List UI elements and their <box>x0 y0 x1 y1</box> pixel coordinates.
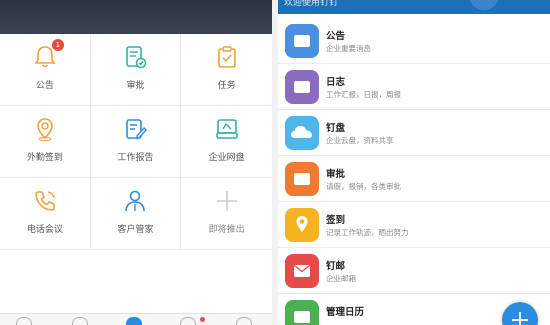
location-pin-icon <box>32 116 58 142</box>
app-tile-task[interactable]: 任务 <box>181 34 272 106</box>
app-tile-field-checkin[interactable]: 外勤签到 <box>0 106 91 178</box>
list-item-subtitle: 企业云盘，资料共享 <box>326 136 394 145</box>
list-item-title: 钉盘 <box>326 123 346 134</box>
grid-empty-space <box>0 250 272 315</box>
app-tile-label: 任务 <box>217 81 236 91</box>
mail-icon <box>285 254 319 288</box>
app-list-header: 欢迎使用钉钉 <box>278 0 550 14</box>
cloud-drive-icon <box>285 116 319 150</box>
app-tile-conference-call[interactable]: 电话会议 <box>0 178 91 250</box>
app-tile-label: 企业网盘 <box>208 153 245 163</box>
report-edit-icon <box>122 116 148 142</box>
workbench-panel: 1 公告 审批 任务 外勤签到 工作报告 企业网盘 电话会议 客户管家 即将推出 <box>0 0 272 325</box>
list-item-log[interactable]: 日志 工作汇报，日报，周报 <box>278 64 550 110</box>
drive-box-icon <box>214 116 240 142</box>
tab-messages-icon[interactable] <box>16 317 32 325</box>
app-tile-approval[interactable]: 审批 <box>90 34 182 106</box>
list-item-subtitle: 请假，报销，各类审批 <box>326 182 401 191</box>
tab-me-icon[interactable] <box>236 317 252 325</box>
list-item-ding-drive[interactable]: 钉盘 企业云盘，资料共享 <box>278 110 550 156</box>
list-item-title: 公告 <box>326 31 346 42</box>
list-item-title: 日志 <box>326 77 346 88</box>
notification-badge: 1 <box>51 39 64 51</box>
app-tile-label: 工作报告 <box>117 153 154 163</box>
approval-icon <box>285 162 319 196</box>
tab-ding-icon[interactable] <box>72 317 88 325</box>
header-title: 欢迎使用钉钉 <box>284 0 339 8</box>
app-tile-label: 审批 <box>126 81 145 91</box>
tab-contacts-icon[interactable] <box>180 317 196 325</box>
app-tile-label: 公告 <box>35 81 54 91</box>
workbench-header <box>0 0 272 34</box>
calendar-icon <box>285 300 319 325</box>
phone-call-icon <box>32 188 58 214</box>
list-item-announcement[interactable]: 公告 企业重要消息 <box>278 18 550 64</box>
app-tile-label: 外勤签到 <box>26 153 63 163</box>
app-tile-coming-soon[interactable]: 即将推出 <box>181 178 272 250</box>
app-list-panel: 欢迎使用钉钉 公告 企业重要消息 日志 工作汇报，日报，周报 钉盘 企业云盘，资… <box>278 0 550 325</box>
list-item-approval[interactable]: 审批 请假，报销，各类审批 <box>278 156 550 202</box>
clipboard-check-icon <box>214 44 240 70</box>
list-item-ding-mail[interactable]: 钉邮 企业邮箱 <box>278 248 550 294</box>
list-item-checkin[interactable]: 签到 记录工作轨迹，晒出努力 <box>278 202 550 248</box>
checkin-pin-icon <box>285 208 319 242</box>
app-tile-label: 即将推出 <box>208 225 245 235</box>
list-item-subtitle: 工作汇报，日报，周报 <box>326 90 401 99</box>
bell-icon: 1 <box>32 39 64 70</box>
list-item-title: 钉邮 <box>326 261 346 272</box>
bottom-tab-bar <box>0 313 272 325</box>
list-item-title: 管理日历 <box>326 307 365 318</box>
app-grid: 1 公告 审批 任务 外勤签到 工作报告 企业网盘 电话会议 客户管家 即将推出 <box>0 34 272 250</box>
avatar[interactable] <box>470 0 498 10</box>
list-item-subtitle: 企业重要消息 <box>326 44 371 53</box>
app-tile-customer-manager[interactable]: 客户管家 <box>90 178 182 250</box>
app-tile-work-report[interactable]: 工作报告 <box>90 106 182 178</box>
app-tile-announcement[interactable]: 1 公告 <box>0 34 91 106</box>
list-item-subtitle: 企业邮箱 <box>326 274 356 283</box>
list-item-title: 签到 <box>326 215 346 226</box>
customer-user-icon <box>122 188 148 214</box>
app-tile-label: 客户管家 <box>117 225 154 235</box>
tab-notification-dot <box>200 317 205 322</box>
list-item-subtitle: 记录工作轨迹，晒出努力 <box>326 228 409 237</box>
log-icon <box>285 70 319 104</box>
tab-workbench-icon[interactable] <box>126 317 142 325</box>
app-tile-label: 电话会议 <box>26 225 63 235</box>
announcement-icon <box>285 24 319 58</box>
list-item-title: 审批 <box>326 169 346 180</box>
approval-doc-icon <box>122 44 148 70</box>
app-tile-enterprise-drive[interactable]: 企业网盘 <box>181 106 272 178</box>
plus-icon <box>214 188 240 214</box>
